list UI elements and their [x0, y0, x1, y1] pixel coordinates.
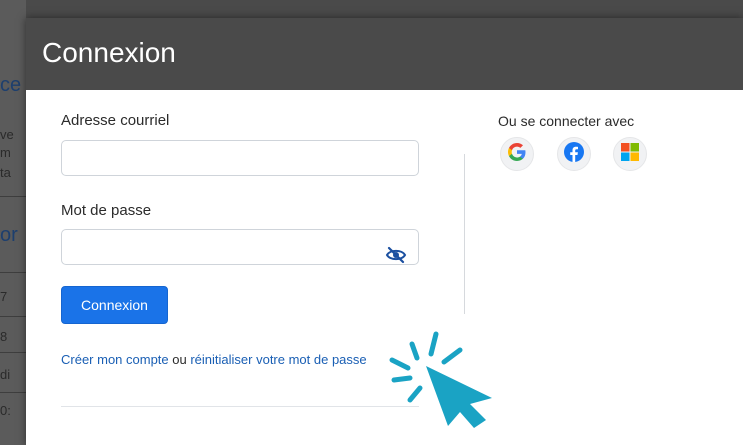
create-account-link[interactable]: Créer mon compte	[61, 352, 169, 367]
background-divider	[0, 392, 26, 393]
password-field[interactable]	[61, 229, 419, 265]
background-text: m	[0, 145, 11, 160]
microsoft-login-button[interactable]	[613, 137, 647, 171]
login-button[interactable]: Connexion	[61, 286, 168, 324]
background-text: ce	[0, 74, 22, 96]
facebook-icon	[563, 141, 585, 168]
background-divider	[0, 316, 26, 317]
google-login-button[interactable]	[500, 137, 534, 171]
email-label: Adresse courriel	[61, 112, 170, 129]
password-label: Mot de passe	[61, 202, 152, 219]
background-text: di	[0, 367, 11, 382]
eye-slash-icon[interactable]	[385, 246, 407, 264]
background-divider	[0, 352, 26, 353]
microsoft-icon	[620, 142, 640, 167]
reset-password-link[interactable]: réinitialiser votre mot de passe	[190, 352, 366, 367]
background-divider	[0, 196, 26, 197]
background-text: ve	[0, 127, 14, 142]
google-icon	[506, 141, 528, 168]
background-page-strip: ce ve m ta or 7 8 di 0:	[0, 0, 26, 445]
divider	[61, 406, 419, 407]
background-text: ta	[0, 165, 11, 180]
background-text: 0:	[0, 403, 11, 418]
email-field[interactable]	[61, 140, 419, 176]
background-text: 7	[0, 289, 8, 304]
social-login-label: Ou se connecter avec	[498, 113, 635, 129]
account-links: Créer mon compte ou réinitialiser votre …	[61, 351, 391, 369]
facebook-login-button[interactable]	[557, 137, 591, 171]
vertical-divider	[464, 154, 465, 314]
modal-header: Connexion	[26, 18, 743, 90]
background-text: 8	[0, 329, 8, 344]
modal-title: Connexion	[42, 37, 176, 68]
or-text: ou	[168, 352, 191, 367]
click-cursor-icon	[384, 320, 504, 430]
background-text: or	[0, 224, 18, 246]
background-divider	[0, 272, 26, 273]
